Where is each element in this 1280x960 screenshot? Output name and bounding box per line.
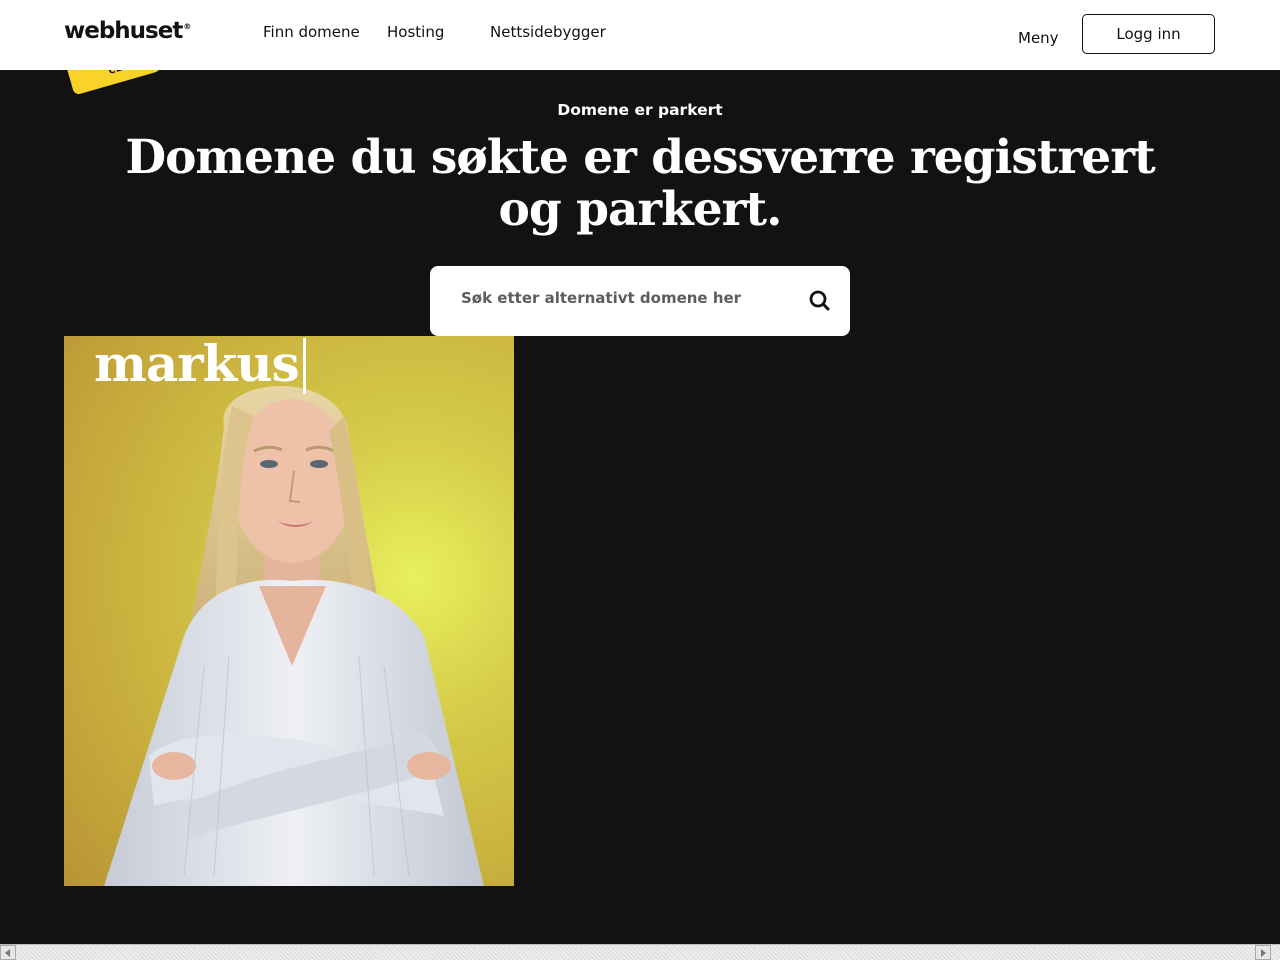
- scroll-left-arrow-icon[interactable]: [0, 945, 16, 960]
- woman-illustration: [104, 386, 484, 886]
- status-eyebrow: Domene er parkert: [557, 101, 723, 119]
- domain-search-input[interactable]: [430, 266, 790, 336]
- search-icon: [809, 290, 830, 311]
- logo-text: webhuset: [64, 18, 183, 44]
- hero-photo: markus: [64, 336, 514, 886]
- scroll-right-arrow-icon[interactable]: [1255, 945, 1271, 960]
- search-button[interactable]: [798, 288, 842, 314]
- registered-mark: ®: [183, 22, 192, 32]
- horizontal-scrollbar[interactable]: [0, 944, 1280, 960]
- nav-finn-domene[interactable]: Finn domene: [263, 23, 360, 41]
- login-button[interactable]: Logg inn: [1082, 14, 1215, 54]
- text-caret: [302, 338, 306, 394]
- nav-nettsidebygger[interactable]: Nettsidebygger: [490, 23, 606, 41]
- menu-button[interactable]: Meny: [1018, 29, 1059, 47]
- nav-hosting[interactable]: Hosting: [387, 23, 444, 41]
- site-header: webhuset® Finn domene Hosting Nettsideby…: [0, 0, 1280, 70]
- page-title: Domene du søkte er dessverre registrert …: [125, 130, 1155, 237]
- typed-word: markus: [94, 336, 300, 393]
- typed-domain-text: markus: [94, 336, 306, 394]
- webhuset-logo[interactable]: webhuset®: [64, 18, 191, 44]
- domain-search-box: [430, 266, 850, 336]
